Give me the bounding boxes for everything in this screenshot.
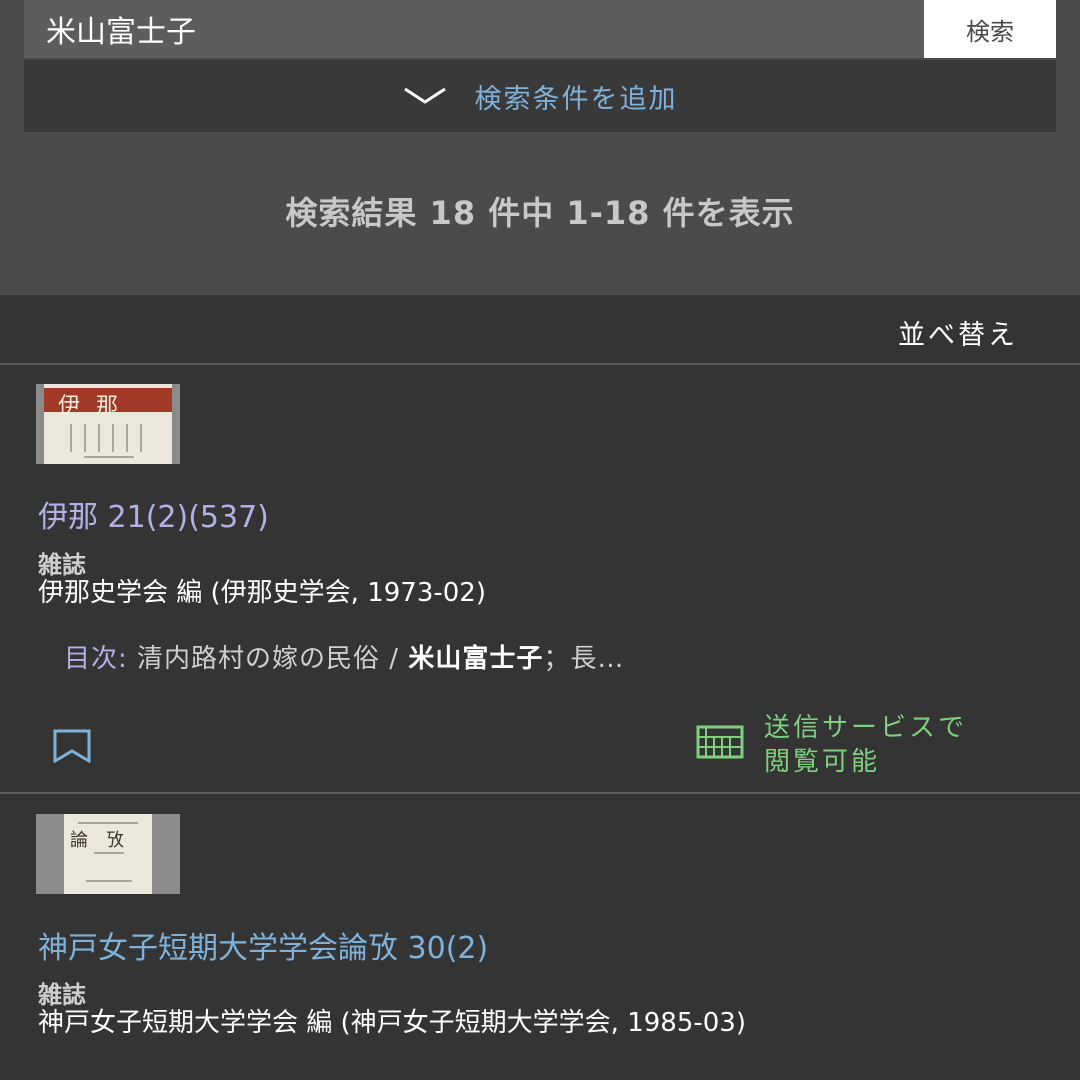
- sort-button[interactable]: 並べ替え: [898, 313, 1018, 352]
- thumbnail-title: 伊那: [58, 394, 135, 419]
- result-count: 検索結果 18 件中 1-18 件を表示: [285, 194, 795, 232]
- item-title-link[interactable]: 伊那 21(2)(537): [38, 492, 269, 536]
- results-list: 並べ替え 伊那 伊那 21(2)(537) 雑誌 伊那史学会 編 (伊那史学会,…: [0, 295, 1080, 1080]
- item-toc: 目次: 清内路村の嫁の民俗 / 米山富士子；長…: [64, 638, 624, 675]
- add-search-condition-label: 検索条件を追加: [474, 83, 678, 115]
- chevron-down-icon: [403, 87, 446, 104]
- add-search-condition-toggle[interactable]: 検索条件を追加: [24, 60, 1056, 132]
- online-access-label[interactable]: 送信サービスで 閲覧可能: [764, 711, 967, 779]
- online-access-label-line2: 閲覧可能: [764, 747, 881, 777]
- online-access-icon[interactable]: [696, 725, 744, 759]
- item-publisher: 伊那史学会 編 (伊那史学会, 1973-02): [38, 578, 486, 608]
- search-header: 検索 検索条件を追加 検索結果 18 件中 1-18 件を表示: [0, 0, 1080, 295]
- toc-highlight: 米山富士子: [408, 644, 544, 674]
- online-access-label-line1: 送信サービスで: [764, 713, 968, 743]
- toc-label: 目次:: [64, 644, 128, 674]
- item-thumbnail[interactable]: 論攷: [36, 814, 180, 894]
- thumbnail-title: 論攷: [70, 830, 142, 851]
- bookmark-icon[interactable]: [52, 729, 92, 763]
- search-button[interactable]: 検索: [924, 0, 1056, 58]
- item-publisher: 神戸女子短期大学学会 編 (神戸女子短期大学学会, 1985-03): [38, 1008, 746, 1038]
- item-thumbnail[interactable]: 伊那: [36, 384, 180, 464]
- toc-text-rest: ；長…: [543, 644, 625, 674]
- search-input[interactable]: [24, 0, 924, 58]
- divider: [0, 792, 1080, 794]
- toc-text: 清内路村の嫁の民俗 /: [127, 644, 409, 674]
- divider: [0, 363, 1080, 365]
- item-title-link[interactable]: 神戸女子短期大学学会論攷 30(2): [38, 923, 488, 967]
